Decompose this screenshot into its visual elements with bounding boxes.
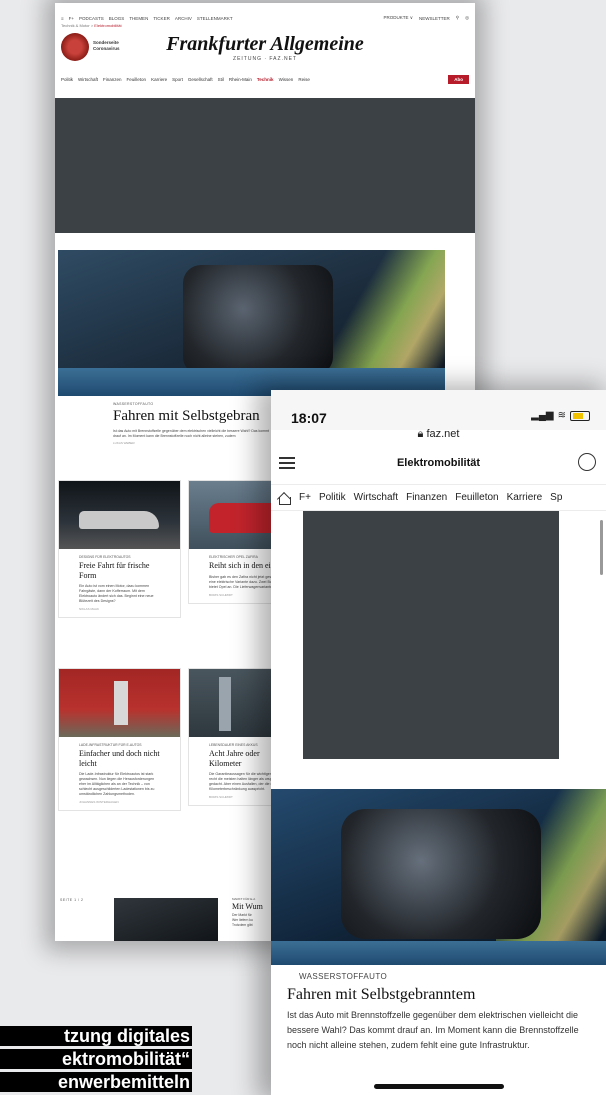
caption-line: enwerbemitteln [0,1072,192,1092]
topnav-item[interactable]: BLOGS [109,16,125,21]
topnav-item[interactable]: ≡ [61,16,64,21]
cat-karriere[interactable]: Karriere [151,77,167,82]
article-card[interactable]: DESIGNS FÜR ELEKTROAUTOS Freie Fahrt für… [58,480,181,618]
cat-gesellschaft[interactable]: Gesellschaft [188,77,213,82]
faz-logo[interactable]: Frankfurter Allgemeine [165,33,365,56]
card-title[interactable]: Freie Fahrt für frische Form [59,559,180,580]
article-title[interactable]: Fahren mit Selbstgebranntem [287,986,475,1004]
nav-item[interactable]: Finanzen [406,492,447,503]
nav-item[interactable]: Wirtschaft [354,492,398,503]
topnav-right: PRODUKTE ∨ NEWSLETTER ⚲ ◎ [383,15,469,21]
category-nav: Politik Wirtschaft Finanzen Feuilleton K… [61,73,469,85]
user-icon[interactable] [578,453,596,471]
nav-item[interactable]: Feuilleton [455,492,498,503]
mobile-header: Elektromobilität [271,445,606,485]
cat-politik[interactable]: Politik [61,77,73,82]
cat-reise[interactable]: Reise [298,77,310,82]
hero-image[interactable] [271,789,606,965]
article-teaser: Ist das Auto mit Brennstoffzelle gegenüb… [113,429,270,438]
caption-line: tzung digitales [0,1026,192,1046]
address-bar[interactable]: 🔒︎ faz.net [271,428,606,441]
mobile-page: 18:07 ▂▄▆ ≋ 🔒︎ faz.net Elektromobilität … [271,390,606,1095]
pagination[interactable]: SEITE 1 / 2 [60,898,83,902]
card-image[interactable] [59,481,180,549]
card-author: NIKLAS MAAK [79,607,100,611]
wifi-icon: ≋ [557,410,566,421]
cat-stil[interactable]: Stil [218,77,224,82]
cat-finanzen[interactable]: Finanzen [103,77,122,82]
home-icon[interactable] [277,492,291,505]
corona-special-link[interactable]: Sonderseite Coronavirus [93,40,129,52]
faz-logo-subtitle: ZEITUNG · FAZ.NET [233,56,297,62]
breadcrumb: Technik & Motor > Elektromobilität [61,23,122,28]
card-kicker: LADE-INFRASTRUKTUR FÜR E-AUTOS [79,743,142,747]
slide-caption: tzung digitales ektromobilität“ enwerbem… [0,1026,192,1095]
user-icon[interactable]: ◎ [465,15,469,21]
card-teaser: Ein Auto ist vom einen Motor, dazu komme… [79,584,154,603]
nav-item[interactable]: Sp [550,492,562,503]
ad-placeholder[interactable] [303,511,559,759]
status-time: 18:07 [291,410,327,426]
breadcrumb-current: Elektromobilität [94,23,122,28]
search-icon[interactable]: ⚲ [456,15,459,21]
card-image[interactable] [59,669,180,737]
article-card[interactable]: LADE-INFRASTRUKTUR FÜR E-AUTOS Einfacher… [58,668,181,811]
scrollbar[interactable] [600,520,603,575]
card-author: JOHANNES WINTERHAGEN [79,800,119,804]
ad-placeholder[interactable] [55,98,475,233]
cat-wissen[interactable]: Wissen [279,77,294,82]
topnav-item[interactable]: PODCASTS [79,16,104,21]
card-kicker: DESIGNS FÜR ELEKTROAUTOS [79,555,131,559]
topnav-item[interactable]: ARCHIV [175,16,192,21]
article-kicker: WASSERSTOFFAUTO [299,972,388,981]
cat-sport[interactable]: Sport [172,77,183,82]
nav-item[interactable]: Karriere [507,492,543,503]
article-teaser: Ist das Auto mit Brennstoffzelle gegenüb… [287,1010,579,1050]
page-title: Elektromobilität [396,457,481,469]
abo-button[interactable]: Abo [448,74,469,84]
products-link[interactable]: PRODUKTE ∨ [383,15,413,21]
cat-rhein-main[interactable]: Rhein-Main [229,77,252,82]
cat-feuilleton[interactable]: Feuilleton [127,77,147,82]
lock-icon: 🔒︎ [417,428,424,440]
topnav-item[interactable]: TICKER [153,16,170,21]
newsletter-link[interactable]: NEWSLETTER [419,16,450,21]
breadcrumb-parent[interactable]: Technik & Motor [61,23,90,28]
topnav-item[interactable]: STELLENMARKT [197,16,233,21]
battery-icon [570,410,590,421]
home-indicator[interactable] [374,1084,504,1089]
cat-wirtschaft[interactable]: Wirtschaft [78,77,98,82]
card-title[interactable]: Einfacher und doch nicht leicht [59,747,180,768]
card-teaser: Die Lade-Infrastruktur für Elektroautos … [79,772,155,796]
breadcrumb-separator: > [90,23,94,28]
hero-image-fuel-cell [183,265,333,375]
topnav-item[interactable]: F+ [69,16,74,21]
hero-image-fuel-cell [341,809,541,939]
coronavirus-icon[interactable] [61,33,89,61]
caption-line: ektromobilität“ [0,1049,192,1069]
hero-image-floor [271,941,606,965]
signal-icon: ▂▄▆ [531,410,554,421]
card-image[interactable] [114,898,218,941]
hero-image[interactable] [58,250,445,396]
topnav-item[interactable]: THEMEN [129,16,148,21]
nav-item[interactable]: F+ [299,492,311,503]
status-icons: ▂▄▆ ≋ [531,410,590,421]
url-text: faz.net [426,428,460,440]
cat-technik[interactable]: Technik [257,77,274,82]
nav-item[interactable]: Politik [319,492,346,503]
mobile-category-nav: F+ Politik Wirtschaft Finanzen Feuilleto… [271,485,606,511]
desktop-top-nav: ≡ F+ PODCASTS BLOGS THEMEN TICKER ARCHIV… [61,13,469,23]
